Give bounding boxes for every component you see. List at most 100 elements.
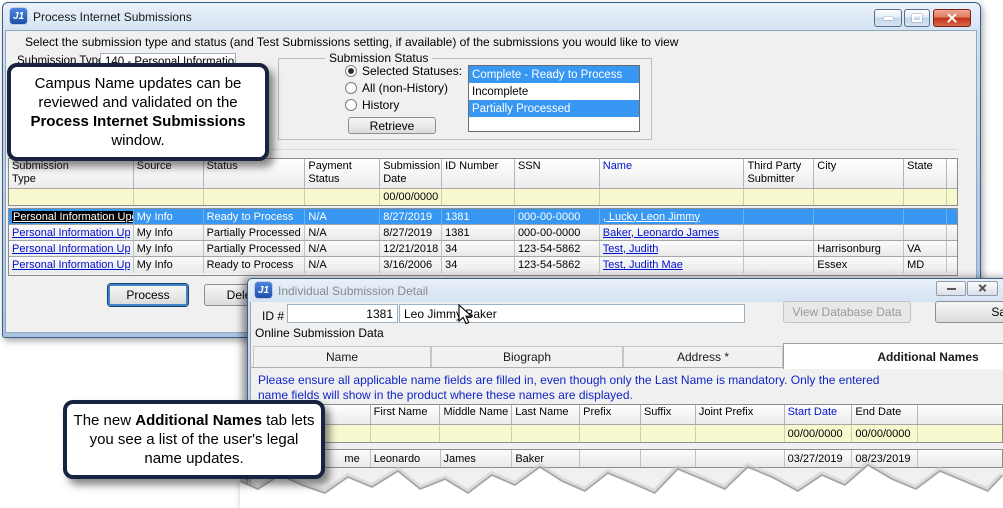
col-header-end-date[interactable]: End Date bbox=[852, 405, 918, 424]
submission-row[interactable]: Personal Information Upd My Info Partial… bbox=[9, 241, 957, 257]
filter-cell[interactable] bbox=[515, 189, 600, 205]
instruction-text: Select the submission type and status (a… bbox=[25, 35, 678, 49]
status-option-incomplete[interactable]: Incomplete bbox=[469, 83, 639, 100]
col-header-middle-name[interactable]: Middle Name bbox=[440, 405, 512, 424]
close-icon[interactable] bbox=[933, 9, 971, 27]
col-header-name[interactable]: Name bbox=[600, 159, 745, 188]
col-header-third-party[interactable]: Third Party Submitter bbox=[744, 159, 814, 188]
filter-cell[interactable] bbox=[440, 425, 512, 442]
col-header-submission-date[interactable]: Submission Date bbox=[380, 159, 442, 188]
name-value: Leo Jimmy Baker bbox=[404, 307, 497, 321]
focused-link[interactable]: Personal Information Upd bbox=[12, 211, 134, 223]
col-header-filler bbox=[947, 159, 957, 188]
filter-cell[interactable] bbox=[305, 189, 380, 205]
col-header-joint-prefix[interactable]: Joint Prefix bbox=[696, 405, 785, 424]
submission-link[interactable]: Personal Information Upd bbox=[12, 259, 130, 271]
filter-cell[interactable] bbox=[600, 189, 745, 205]
cell-submission-type[interactable]: Personal Information Upd bbox=[9, 225, 134, 240]
grid-header-row: Submission Type Source Status Payment St… bbox=[9, 159, 957, 189]
tab-address[interactable]: Address * bbox=[623, 346, 783, 367]
filter-cell[interactable] bbox=[904, 189, 947, 205]
filter-end-date-cell[interactable]: 00/00/0000 bbox=[852, 425, 918, 442]
torn-edge bbox=[240, 452, 1003, 508]
radio-history[interactable]: History bbox=[345, 98, 399, 112]
cell-submission-type[interactable]: Personal Information Upd bbox=[9, 257, 134, 273]
cell-payment: N/A bbox=[305, 225, 380, 240]
cell-submission-type[interactable]: Personal Information Upd bbox=[9, 241, 134, 256]
col-header-submission-type[interactable]: Submission Type bbox=[9, 159, 134, 188]
col-header-prefix[interactable]: Prefix bbox=[580, 405, 641, 424]
cell-name[interactable]: Test, Judith bbox=[600, 241, 745, 256]
name-link[interactable]: Test, Judith bbox=[603, 243, 659, 255]
status-option-partially-processed[interactable]: Partially Processed bbox=[469, 100, 639, 117]
status-listbox[interactable]: Complete - Ready to Process Incomplete P… bbox=[468, 65, 640, 132]
online-submission-data-label: Online Submission Data bbox=[255, 326, 384, 340]
save-button[interactable]: Save bbox=[935, 301, 1003, 323]
filter-date-cell[interactable]: 00/00/0000 bbox=[380, 189, 442, 205]
view-database-data-button: View Database Data bbox=[783, 301, 911, 323]
col-header-status[interactable]: Status bbox=[204, 159, 306, 188]
filter-cell[interactable] bbox=[204, 189, 306, 205]
filter-cell[interactable] bbox=[134, 189, 204, 205]
cell-name[interactable]: Baker, Leonardo James bbox=[600, 225, 745, 240]
minimize-glyph bbox=[884, 17, 893, 20]
col-header-city[interactable]: City bbox=[814, 159, 904, 188]
radio-selected-statuses[interactable]: Selected Statuses: bbox=[345, 64, 462, 78]
name-field[interactable]: Leo Jimmy Baker bbox=[399, 304, 745, 323]
filter-cell[interactable] bbox=[744, 189, 814, 205]
grid-filter-row: 00/00/0000 00/00/0000 bbox=[254, 425, 1002, 442]
filter-cell[interactable] bbox=[512, 425, 580, 442]
retrieve-label: Retrieve bbox=[370, 119, 415, 133]
col-header-last-name[interactable]: Last Name bbox=[512, 405, 580, 424]
filter-cell[interactable] bbox=[442, 189, 515, 205]
submission-link[interactable]: Personal Information Upd bbox=[12, 227, 130, 239]
name-link[interactable]: Baker, Leonardo James bbox=[603, 227, 719, 239]
radio-label: History bbox=[362, 98, 399, 112]
cell-third-party bbox=[744, 241, 814, 256]
tab-additional-names[interactable]: Additional Names bbox=[783, 343, 1003, 369]
cell-name[interactable]: , Lucky Leon Jimmy bbox=[600, 209, 745, 224]
col-header-id-number[interactable]: ID Number bbox=[442, 159, 515, 188]
cell-date: 8/27/2019 bbox=[380, 225, 442, 240]
filter-cell[interactable] bbox=[814, 189, 904, 205]
j1-logo-icon: J1 bbox=[255, 282, 272, 298]
filter-cell[interactable] bbox=[371, 425, 441, 442]
name-link[interactable]: Test, Judith Mae bbox=[603, 259, 683, 271]
col-header-start-date[interactable]: Start Date bbox=[785, 405, 853, 424]
filter-cell[interactable] bbox=[641, 425, 696, 442]
callout-bold-text: Additional Names bbox=[135, 412, 262, 429]
col-header-state[interactable]: State bbox=[904, 159, 947, 188]
col-header-first-name[interactable]: First Name bbox=[371, 405, 441, 424]
filter-cell[interactable] bbox=[580, 425, 641, 442]
col-header-source[interactable]: Source bbox=[134, 159, 204, 188]
close-icon[interactable] bbox=[967, 281, 998, 296]
id-field[interactable]: 1381 bbox=[287, 304, 398, 323]
retrieve-button[interactable]: Retrieve bbox=[348, 117, 436, 134]
cell-third-party bbox=[744, 209, 814, 224]
status-option-complete[interactable]: Complete - Ready to Process bbox=[469, 66, 639, 83]
submission-row[interactable]: Personal Information Upd My Info Partial… bbox=[9, 225, 957, 241]
radio-all-non-history[interactable]: All (non-History) bbox=[345, 81, 448, 95]
col-header-payment-status[interactable]: Payment Status bbox=[305, 159, 380, 188]
cell-name[interactable]: Test, Judith Mae bbox=[600, 257, 745, 273]
submission-row-selected[interactable]: Personal Information Upd My Info Ready t… bbox=[9, 209, 957, 225]
maximize-icon[interactable] bbox=[904, 9, 930, 27]
minimize-icon[interactable] bbox=[936, 281, 966, 296]
filter-cell[interactable] bbox=[9, 189, 134, 205]
name-link[interactable]: , Lucky Leon Jimmy bbox=[603, 211, 700, 223]
submissions-grid-header-block: Submission Type Source Status Payment St… bbox=[8, 158, 958, 206]
col-header-ssn[interactable]: SSN bbox=[515, 159, 600, 188]
cell-ssn: 000-00-0000 bbox=[515, 225, 600, 240]
col-header-suffix[interactable]: Suffix bbox=[641, 405, 696, 424]
callout-text: Campus Name updates can be reviewed and … bbox=[35, 75, 242, 111]
cell-submission-type[interactable]: Personal Information Upd bbox=[9, 209, 134, 224]
filter-start-date-cell[interactable]: 00/00/0000 bbox=[785, 425, 853, 442]
cell-filler bbox=[947, 241, 957, 256]
process-button[interactable]: Process bbox=[108, 284, 188, 306]
filter-cell[interactable] bbox=[696, 425, 785, 442]
tab-biograph[interactable]: Biograph bbox=[431, 346, 623, 367]
minimize-icon[interactable] bbox=[874, 9, 902, 27]
submission-row[interactable]: Personal Information Upd My Info Ready t… bbox=[9, 257, 957, 273]
submission-link[interactable]: Personal Information Upd bbox=[12, 243, 130, 255]
tab-name[interactable]: Name bbox=[253, 346, 431, 367]
